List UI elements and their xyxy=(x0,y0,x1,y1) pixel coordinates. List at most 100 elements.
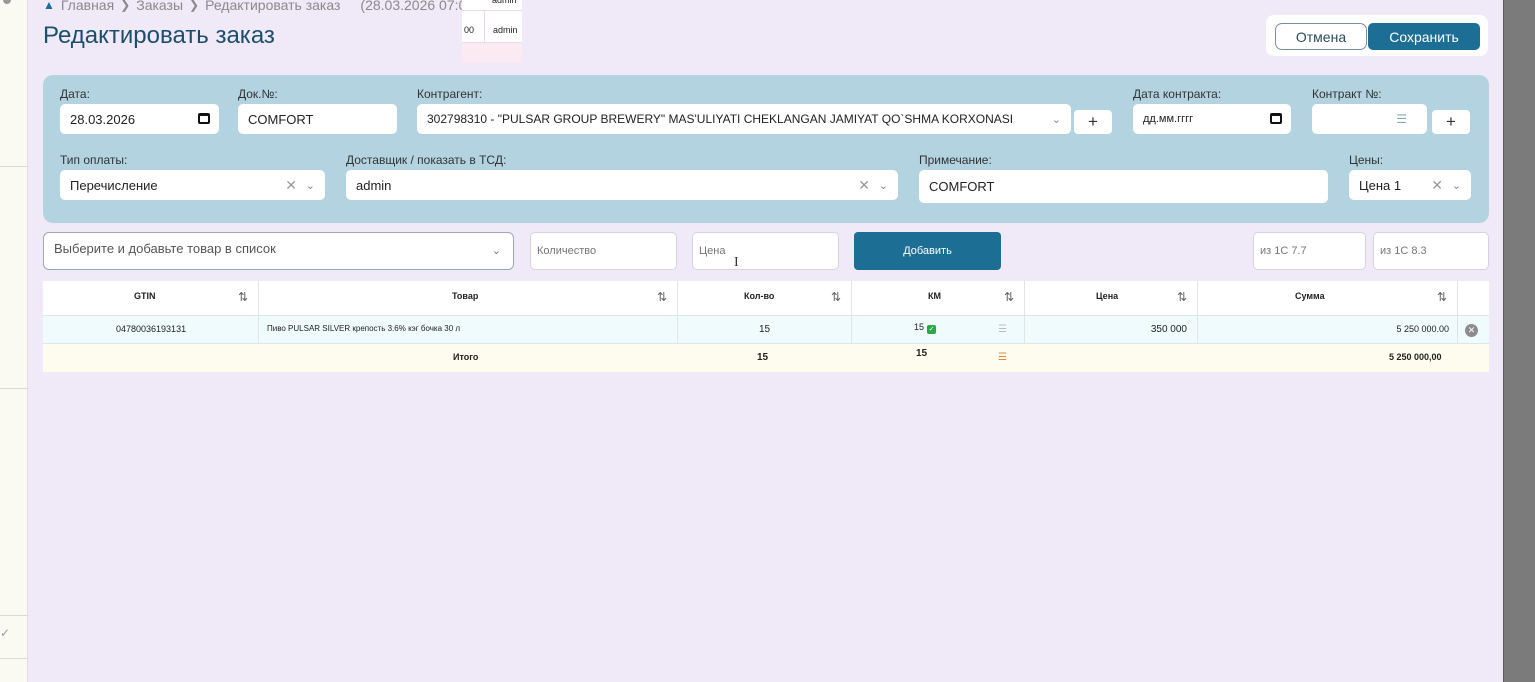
chevron-right-icon: ❯ xyxy=(189,0,200,12)
column-header-qty[interactable]: Кол-во ⇅ xyxy=(678,281,852,315)
page-title: Редактировать заказ xyxy=(43,22,275,49)
contract-no-field[interactable]: ☰ xyxy=(1312,104,1427,134)
clear-icon[interactable]: ✕ xyxy=(285,177,297,194)
column-header-product[interactable]: Товар ⇅ xyxy=(259,281,678,315)
supplier-select[interactable]: admin ✕ ⌄ xyxy=(346,170,898,200)
add-counterparty-button[interactable]: + xyxy=(1074,110,1112,134)
note-value: COMFORT xyxy=(929,179,995,194)
clear-icon[interactable]: ✕ xyxy=(858,177,870,194)
cell-price[interactable]: 350 000 xyxy=(1025,316,1198,344)
overlay-cell: 00 xyxy=(464,25,475,35)
sort-icon[interactable]: ⇅ xyxy=(657,290,667,304)
supplier-label: Доставщик / показать в ТСД: xyxy=(346,153,507,167)
sort-icon[interactable]: ⇅ xyxy=(1004,290,1014,304)
column-header-sum[interactable]: Сумма ⇅ xyxy=(1198,281,1458,315)
save-button[interactable]: Сохранить xyxy=(1368,23,1480,50)
list-icon[interactable]: ☰ xyxy=(998,324,1007,335)
overlay-mini-table: admin 00 admin xyxy=(462,0,522,63)
product-value: Пиво PULSAR SILVER крепость 3.6% кэг боч… xyxy=(267,324,461,333)
add-product-button[interactable]: Добавить xyxy=(854,232,1001,270)
km-value-wrap: 15 ✓ xyxy=(914,322,937,334)
chevron-down-icon[interactable]: ⌄ xyxy=(1052,113,1061,126)
payment-type-select[interactable]: Перечисление ✕ ⌄ xyxy=(60,170,325,200)
calendar-icon[interactable] xyxy=(1270,113,1282,124)
sidebar-divider xyxy=(0,388,28,389)
breadcrumb-orders[interactable]: Заказы xyxy=(136,0,183,13)
km-value: 15 xyxy=(914,322,925,332)
price-input[interactable] xyxy=(692,232,839,270)
column-header-label: Товар xyxy=(452,291,479,301)
chevron-down-icon[interactable]: ⌄ xyxy=(306,179,315,192)
cell-sum: 5 250 000.00 xyxy=(1198,316,1458,344)
note-label: Примечание: xyxy=(919,153,992,167)
remove-circle-icon[interactable]: ✕ xyxy=(1465,324,1478,337)
date-field[interactable]: 28.03.2026 xyxy=(60,104,219,134)
column-header-price[interactable]: Цена ⇅ xyxy=(1025,281,1198,315)
prices-select[interactable]: Цена 1 ✕ ⌄ xyxy=(1349,170,1471,200)
home-icon[interactable]: ▲ xyxy=(43,0,55,12)
product-select[interactable]: Выберите и добавьте товар в список ⌄ xyxy=(43,232,514,270)
column-header-km[interactable]: КМ ⇅ xyxy=(852,281,1025,315)
import-1c83-input[interactable] xyxy=(1373,232,1489,270)
overlay-divider xyxy=(484,10,485,42)
list-icon[interactable]: ☰ xyxy=(998,352,1007,363)
contract-date-label: Дата контракта: xyxy=(1133,87,1222,101)
counterparty-label: Контрагент: xyxy=(417,87,483,101)
import-1c77-input[interactable] xyxy=(1253,232,1366,270)
overlay-divider xyxy=(462,10,522,11)
order-form-panel: Дата: 28.03.2026 Док.№: COMFORT Контраге… xyxy=(43,75,1489,223)
cancel-button[interactable]: Отмена xyxy=(1275,23,1367,50)
column-header-label: Цена xyxy=(1096,291,1119,301)
add-contract-button[interactable]: + xyxy=(1432,110,1470,134)
column-header-label: Сумма xyxy=(1295,291,1325,301)
total-qty: 15 xyxy=(757,352,769,363)
action-buttons: Отмена Сохранить xyxy=(1266,15,1488,56)
product-select-placeholder: Выберите и добавьте товар в список xyxy=(54,241,276,256)
breadcrumb: ▲ Главная ❯ Заказы ❯ Редактировать заказ… xyxy=(43,0,498,13)
column-header-gtin[interactable]: GTIN ⇅ xyxy=(43,281,259,315)
prices-value: Цена 1 xyxy=(1359,177,1402,193)
cell-qty[interactable]: 15 xyxy=(678,316,852,344)
sort-icon[interactable]: ⇅ xyxy=(1437,290,1447,304)
cell-product: Пиво PULSAR SILVER крепость 3.6% кэг боч… xyxy=(259,316,678,344)
chevron-down-icon[interactable]: ⌄ xyxy=(1452,179,1461,192)
contract-date-field[interactable]: дд.мм.гггг xyxy=(1133,104,1291,134)
date-label: Дата: xyxy=(60,87,90,101)
counterparty-select[interactable]: 302798310 - "PULSAR GROUP BREWERY" MAS'U… xyxy=(417,104,1071,134)
prices-label: Цены: xyxy=(1349,153,1384,167)
overlay-cell: admin xyxy=(493,25,518,35)
date-value: 28.03.2026 xyxy=(70,111,136,127)
doc-no-label: Док.№: xyxy=(238,87,278,101)
doc-no-field[interactable]: COMFORT xyxy=(238,104,397,134)
calendar-icon[interactable] xyxy=(198,113,210,124)
list-icon[interactable]: ☰ xyxy=(1396,112,1407,126)
supplier-value: admin xyxy=(356,177,392,193)
payment-type-label: Тип оплаты: xyxy=(60,153,128,167)
total-label: Итого xyxy=(453,352,479,362)
sort-icon[interactable]: ⇅ xyxy=(238,290,248,304)
sidebar-check-icon[interactable]: ✓ xyxy=(0,626,10,640)
breadcrumb-current: Редактировать заказ xyxy=(205,0,341,13)
left-sidebar: ✓ xyxy=(0,0,28,682)
sidebar-divider xyxy=(0,615,28,616)
column-header-label: GTIN xyxy=(134,291,156,301)
total-sum: 5 250 000,00 xyxy=(1389,352,1442,362)
sum-value: 5 250 000.00 xyxy=(1396,324,1449,334)
table-row[interactable]: 04780036193131 Пиво PULSAR SILVER крепос… xyxy=(43,315,1489,344)
sort-icon[interactable]: ⇅ xyxy=(831,290,841,304)
table-header: GTIN ⇅ Товар ⇅ Кол-во ⇅ КМ ⇅ Цена ⇅ Сумм… xyxy=(43,281,1489,315)
chevron-down-icon[interactable]: ⌄ xyxy=(492,244,501,257)
cell-km: 15 ✓ ☰ xyxy=(852,316,1025,344)
right-scroll-area xyxy=(1503,0,1535,682)
text-cursor-icon: I xyxy=(734,255,739,270)
note-field[interactable]: COMFORT xyxy=(919,170,1328,203)
cell-gtin: 04780036193131 xyxy=(43,316,259,344)
breadcrumb-home[interactable]: Главная xyxy=(61,0,114,13)
clear-icon[interactable]: ✕ xyxy=(1431,177,1443,194)
overlay-row xyxy=(462,43,522,63)
counterparty-value: 302798310 - "PULSAR GROUP BREWERY" MAS'U… xyxy=(427,112,1014,126)
column-header-label: Кол-во xyxy=(744,291,775,301)
quantity-input[interactable] xyxy=(530,232,677,270)
chevron-down-icon[interactable]: ⌄ xyxy=(879,179,888,192)
sort-icon[interactable]: ⇅ xyxy=(1177,290,1187,304)
